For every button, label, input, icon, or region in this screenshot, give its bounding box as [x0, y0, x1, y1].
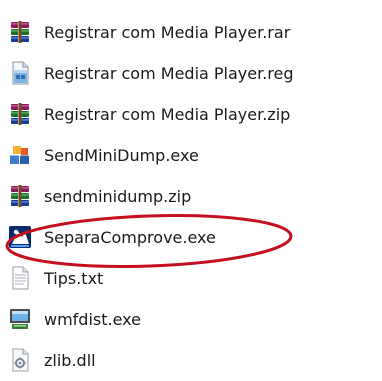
application-exe-icon [8, 143, 32, 167]
file-item-wmfdist-exe[interactable]: wmfdist.exe [8, 303, 378, 335]
file-name: Registrar com Media Player.rar [44, 22, 291, 42]
dll-file-icon [8, 348, 32, 372]
file-item-tips-txt[interactable]: Tips.txt [8, 262, 378, 294]
file-name: Registrar com Media Player.zip [44, 104, 291, 124]
installer-exe-icon [8, 307, 32, 331]
file-name: SeparaComprove.exe [44, 227, 216, 247]
file-item-zlib-dll[interactable]: zlib.dll [8, 344, 378, 376]
file-item-registrar-reg[interactable]: Registrar com Media Player.reg [8, 57, 378, 89]
blue-app-icon [8, 225, 32, 249]
file-item-separacomprove-exe[interactable]: SeparaComprove.exe [8, 221, 378, 253]
winrar-archive-icon [8, 102, 32, 126]
file-item-sendminidump-exe[interactable]: SendMiniDump.exe [8, 139, 378, 171]
file-name: Registrar com Media Player.reg [44, 63, 294, 83]
registry-file-icon [8, 61, 32, 85]
file-name: Tips.txt [44, 268, 104, 288]
file-item-registrar-zip[interactable]: Registrar com Media Player.zip [8, 98, 378, 130]
file-name: sendminidump.zip [44, 186, 192, 206]
file-item-registrar-rar[interactable]: Registrar com Media Player.rar [8, 16, 378, 48]
text-document-icon [8, 266, 32, 290]
file-item-sendminidump-zip[interactable]: sendminidump.zip [8, 180, 378, 212]
file-list: Registrar com Media Player.rar Registrar… [0, 0, 382, 381]
file-name: SendMiniDump.exe [44, 145, 199, 165]
winrar-archive-icon [8, 184, 32, 208]
file-name: wmfdist.exe [44, 309, 141, 329]
file-name: zlib.dll [44, 350, 96, 370]
winrar-archive-icon [8, 20, 32, 44]
